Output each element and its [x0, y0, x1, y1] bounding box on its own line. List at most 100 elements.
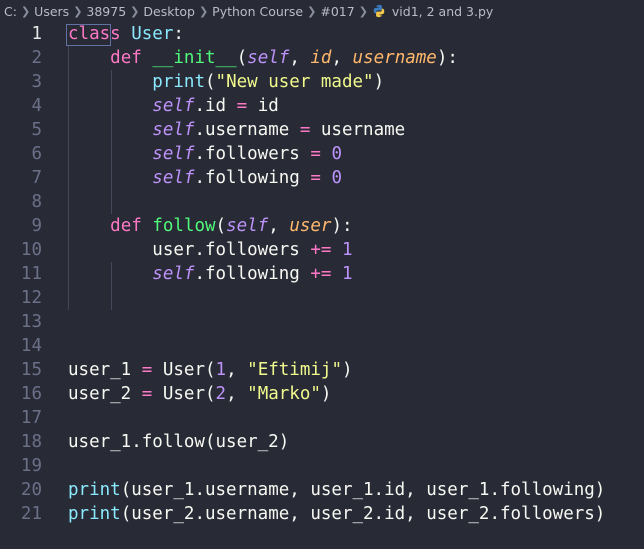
code-line[interactable]: 11 self.following += 1: [0, 262, 644, 286]
code-token: (user_2.username, user_2.id, user_2.foll…: [120, 504, 606, 524]
code-line[interactable]: 5 self.username = username: [0, 118, 644, 142]
code-token: User(: [152, 384, 216, 404]
code-token: def: [110, 216, 142, 236]
code-text: print(user_1.username, user_1.id, user_1…: [68, 478, 605, 502]
code-line[interactable]: 1 class User:: [0, 22, 644, 46]
code-area[interactable]: 1 class User: 2 def __init__(self, id, use…: [0, 22, 644, 549]
breadcrumb-item-drive[interactable]: C:: [4, 4, 17, 19]
code-line[interactable]: 19: [0, 454, 644, 478]
indent-guide: [111, 70, 112, 214]
code-text: user_1 = User(1, "Eftimij"): [68, 358, 353, 382]
line-number: 4: [31, 96, 42, 116]
breadcrumb-item-desktop[interactable]: Desktop: [143, 4, 195, 19]
code-line[interactable]: 17: [0, 406, 644, 430]
code-text: self.username = username: [68, 118, 405, 142]
code-token: print: [152, 72, 205, 92]
code-token: 1: [341, 264, 353, 284]
code-line[interactable]: 16 user_2 = User(2, "Marko"): [0, 382, 644, 406]
code-token: user_1.follow(user_2): [68, 432, 290, 452]
code-line[interactable]: 3 print("New user made"): [0, 70, 644, 94]
code-line[interactable]: 21 print(user_2.username, user_2.id, user…: [0, 502, 644, 526]
code-token: ,: [226, 384, 248, 404]
code-token: 2: [215, 384, 227, 404]
chevron-right-icon: ❯: [307, 4, 317, 18]
code-line[interactable]: 9 def follow(self, user):: [0, 214, 644, 238]
code-token: ): [320, 384, 332, 404]
indent-guide: [68, 46, 69, 310]
code-token: __init__: [152, 48, 237, 68]
line-number: 9: [31, 216, 42, 236]
breadcrumb-item-folder-017[interactable]: #017: [320, 4, 354, 19]
code-token: 0: [331, 144, 342, 164]
code-token: self: [152, 168, 195, 188]
code-text: print("New user made"): [68, 70, 384, 94]
code-text: self.id = id: [68, 94, 279, 118]
code-editor-window: C: ❯ Users ❯ 38975 ❯ Desktop ❯ Python Co…: [0, 0, 644, 549]
code-token: ,: [331, 48, 353, 68]
code-token: :: [173, 24, 184, 44]
line-number: 20: [20, 480, 42, 500]
chevron-right-icon: ❯: [20, 4, 31, 18]
breadcrumb-item-users[interactable]: Users: [34, 4, 69, 19]
code-token: "Eftimij": [247, 360, 342, 380]
code-line[interactable]: 14: [0, 334, 644, 358]
line-number: 2: [31, 48, 42, 68]
code-token: user_1: [68, 360, 142, 380]
code-token: (: [204, 72, 216, 92]
breadcrumb-item-python-course[interactable]: Python Course: [212, 4, 303, 19]
code-line[interactable]: 13: [0, 310, 644, 334]
line-number: 12: [20, 288, 42, 308]
code-token: .username: [194, 120, 300, 140]
code-token: ,: [226, 360, 248, 380]
code-token: User(: [152, 360, 216, 380]
code-token: .following: [194, 168, 311, 188]
code-text: user_1.follow(user_2): [68, 430, 289, 454]
code-token: "Marko": [247, 384, 321, 404]
code-line[interactable]: 8: [0, 190, 644, 214]
code-text: def follow(self, user):: [68, 214, 353, 238]
code-text: class User:: [68, 22, 184, 46]
indent-guide: [111, 262, 112, 310]
line-number: 1: [31, 24, 42, 44]
code-line[interactable]: 18 user_1.follow(user_2): [0, 430, 644, 454]
code-token: =: [141, 360, 153, 380]
code-token: ,: [289, 48, 311, 68]
code-line[interactable]: 10 user.followers += 1: [0, 238, 644, 262]
code-token: 0: [331, 168, 342, 188]
breadcrumb-item-user-folder[interactable]: 38975: [86, 4, 126, 19]
code-line[interactable]: 4 self.id = id: [0, 94, 644, 118]
code-text: def __init__(self, id, username):: [68, 46, 458, 70]
code-token: (: [215, 216, 227, 236]
line-number: 7: [31, 168, 42, 188]
code-line[interactable]: 20 print(user_1.username, user_1.id, user…: [0, 478, 644, 502]
code-line[interactable]: 12: [0, 286, 644, 310]
code-token: (user_1.username, user_1.id, user_1.foll…: [120, 480, 606, 500]
code-token: 1: [215, 360, 227, 380]
code-line[interactable]: 15 user_1 = User(1, "Eftimij"): [0, 358, 644, 382]
code-token: +=: [310, 240, 332, 260]
code-token: ): [341, 360, 353, 380]
code-token: user: [289, 216, 332, 236]
line-number: 3: [31, 72, 42, 92]
code-token: =: [310, 168, 321, 188]
code-token: .id: [194, 96, 237, 116]
code-line[interactable]: 6 self.followers = 0: [0, 142, 644, 166]
code-line[interactable]: 2 def __init__(self, id, username):: [0, 46, 644, 70]
breadcrumb-item-file[interactable]: vid1, 2 and 3.py: [392, 4, 493, 19]
code-token: =: [299, 120, 311, 140]
code-token: ):: [331, 216, 353, 236]
code-text: user_2 = User(2, "Marko"): [68, 382, 331, 406]
code-token: id: [310, 48, 332, 68]
line-number: 15: [20, 360, 42, 380]
code-token: username: [310, 120, 406, 140]
code-line[interactable]: 7 self.following = 0: [0, 166, 644, 190]
line-number: 8: [31, 192, 42, 212]
code-token: id: [247, 96, 279, 116]
code-token: self: [152, 264, 195, 284]
code-token: user.followers: [68, 240, 311, 260]
